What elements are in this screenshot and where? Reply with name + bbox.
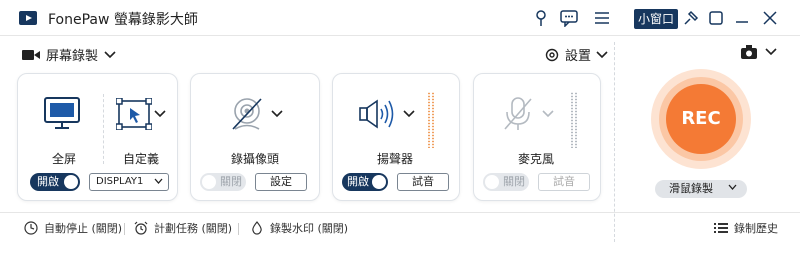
speaker-toggle[interactable]: 開啟: [342, 173, 388, 191]
compact-icon[interactable]: [706, 8, 726, 28]
speaker-label: 揚聲器: [377, 152, 414, 166]
mini-window-button[interactable]: 小窗口: [634, 9, 678, 29]
speaker-volume-meter: [427, 92, 435, 148]
record-mode-selector[interactable]: 屏幕錄製: [22, 45, 116, 64]
record-mode-label: 屏幕錄製: [46, 49, 99, 64]
chevron-down-icon[interactable]: [403, 110, 415, 118]
settings-label: 設置: [565, 49, 592, 64]
toggle-knob: [485, 175, 499, 189]
minimize-icon[interactable]: [732, 8, 752, 28]
schedule-label: 計劃任務 (關閉): [154, 222, 233, 235]
alarm-clock-icon: [134, 221, 148, 235]
fullscreen-label: 全屏: [52, 152, 77, 166]
webcam-card: 錄攝像頭 關閉 設定: [190, 73, 320, 201]
chevron-down-icon: [728, 184, 737, 190]
webcam-toggle[interactable]: 關閉: [200, 173, 246, 191]
clock-icon: [24, 221, 38, 235]
chevron-down-icon: [596, 50, 608, 58]
water-drop-icon: [252, 221, 262, 235]
display-toggle-label: 開啟: [37, 175, 59, 188]
card-divider: [103, 94, 104, 164]
close-icon[interactable]: [760, 8, 780, 28]
chevron-down-icon[interactable]: [542, 110, 554, 118]
pin-icon[interactable]: [531, 8, 551, 28]
mouse-record-select[interactable]: 滑鼠錄製: [655, 180, 747, 198]
microphone-off-icon[interactable]: [502, 96, 534, 132]
webcam-label: 錄攝像頭: [231, 152, 280, 166]
display-select-value: DISPLAY1: [96, 176, 144, 187]
rec-button[interactable]: REC: [666, 84, 736, 154]
display-select[interactable]: DISPLAY1: [89, 173, 169, 191]
history-label: 錄制歷史: [734, 222, 778, 235]
pin-top-icon[interactable]: [681, 8, 701, 28]
custom-region-icon[interactable]: [116, 98, 152, 130]
snapshot-button[interactable]: [741, 45, 777, 59]
separator: [238, 223, 239, 235]
microphone-volume-meter: [570, 92, 578, 148]
chevron-down-icon: [104, 50, 116, 58]
app-title: FonePaw 螢幕錄影大師: [48, 12, 198, 28]
fullscreen-monitor-icon[interactable]: [43, 96, 81, 130]
app-logo-icon: [19, 11, 37, 25]
settings-button[interactable]: 設置: [544, 45, 608, 64]
toggle-knob: [372, 175, 386, 189]
list-icon: [714, 223, 728, 233]
speaker-icon[interactable]: [358, 98, 396, 130]
webcam-settings-button[interactable]: 設定: [255, 173, 307, 191]
display-toggle[interactable]: 開啟: [30, 173, 80, 191]
gear-icon: [545, 48, 559, 61]
webcam-toggle-label: 關閉: [220, 175, 242, 188]
speaker-card: 揚聲器 開啟 試音: [332, 73, 460, 201]
custom-label: 自定義: [123, 152, 160, 166]
toggle-knob: [64, 175, 78, 189]
speaker-test-button[interactable]: 試音: [397, 173, 449, 191]
history-button[interactable]: 錄制歷史: [714, 220, 778, 236]
microphone-card: 麥克風 關閉 試音: [473, 73, 601, 201]
bottom-bar: 自動停止 (關閉) 計劃任務 (關閉) 錄製水印 (關閉) 錄制歷史: [0, 212, 800, 242]
separator: [124, 223, 125, 235]
auto-stop-button[interactable]: 自動停止 (關閉): [24, 220, 122, 236]
video-camera-icon: [22, 49, 40, 60]
microphone-toggle[interactable]: 關閉: [483, 173, 529, 191]
title-bar: FonePaw 螢幕錄影大師 小窗口: [0, 0, 800, 36]
webcam-off-icon[interactable]: [229, 96, 265, 132]
auto-stop-label: 自動停止 (關閉): [44, 222, 123, 235]
menu-icon[interactable]: [592, 8, 612, 28]
microphone-toggle-label: 關閉: [503, 175, 525, 188]
schedule-button[interactable]: 計劃任務 (關閉): [134, 220, 232, 236]
chevron-down-icon: [765, 48, 777, 56]
chevron-down-icon[interactable]: [154, 110, 166, 118]
watermark-button[interactable]: 錄製水印 (關閉): [250, 220, 348, 236]
microphone-label: 麥克風: [518, 152, 555, 166]
chevron-down-icon[interactable]: [271, 110, 283, 118]
display-card: 全屏 自定義 開啟 DISPLAY1: [17, 73, 178, 201]
toggle-knob: [202, 175, 216, 189]
microphone-test-button[interactable]: 試音: [538, 173, 590, 191]
app-window: FonePaw 螢幕錄影大師 小窗口 屏幕錄製 設置 全屏 自定義 開啟 DIS…: [0, 0, 800, 254]
chevron-down-icon: [154, 178, 163, 184]
camera-icon: [741, 45, 757, 59]
feedback-icon[interactable]: [559, 8, 579, 28]
speaker-toggle-label: 開啟: [347, 175, 369, 188]
mouse-record-label: 滑鼠錄製: [669, 182, 713, 195]
watermark-label: 錄製水印 (關閉): [270, 222, 349, 235]
